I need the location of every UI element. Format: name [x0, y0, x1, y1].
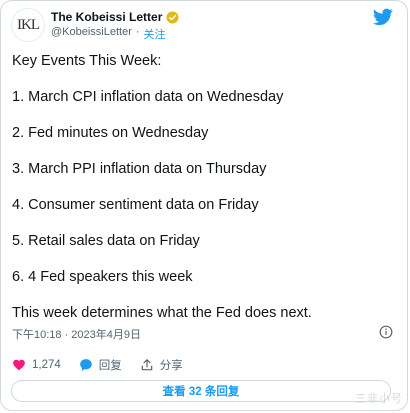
tweet-line-heading: Key Events This Week: — [12, 53, 162, 69]
avatar-logo-text: IKL — [17, 16, 40, 33]
tweet-timestamp[interactable]: 下午10:18 · 2023年4月9日 — [12, 326, 141, 342]
share-label: 分享 — [159, 360, 183, 372]
verified-badge-icon — [166, 11, 179, 23]
author-name-row: The Kobeissi Letter — [51, 10, 179, 24]
heart-icon — [13, 359, 25, 371]
view-replies-label: 查看 32 条回复 — [162, 386, 240, 398]
tweet-card: IKL The Kobeissi Letter @KobeissiLetter … — [0, 0, 408, 411]
twitter-bird-icon[interactable] — [373, 8, 393, 26]
author-display-name[interactable]: The Kobeissi Letter — [51, 10, 162, 24]
like-count: 1,274 — [32, 359, 61, 371]
speech-bubble-icon — [79, 359, 92, 371]
handle-separator: · — [135, 26, 140, 38]
follow-button[interactable]: 关注 — [144, 26, 166, 42]
tweet-line-4: 4. Consumer sentiment data on Friday — [12, 197, 259, 213]
share-upload-icon — [141, 359, 153, 371]
author-handle-row: @KobeissiLetter · 关注 — [51, 26, 166, 42]
tweet-actions: 1,274 回复 分享 — [12, 357, 201, 373]
reply-label: 回复 — [98, 360, 122, 372]
watermark: 三非小号 — [355, 393, 403, 405]
tweet-line-3: 3. March PPI inflation data on Thursday — [12, 161, 267, 177]
reply-button[interactable]: 回复 — [79, 357, 122, 373]
tweet-line-2: 2. Fed minutes on Wednesday — [12, 125, 209, 141]
tweet-line-6: 6. 4 Fed speakers this week — [12, 269, 193, 285]
tweet-line-closing: This week determines what the Fed does n… — [12, 305, 312, 321]
view-replies-button[interactable]: 查看 32 条回复 — [11, 380, 391, 402]
tweet-line-1: 1. March CPI inflation data on Wednesday — [12, 89, 284, 105]
author-handle[interactable]: @KobeissiLetter — [51, 26, 132, 42]
tweet-line-5: 5. Retail sales data on Friday — [12, 233, 200, 249]
tweet-header: IKL The Kobeissi Letter @KobeissiLetter … — [11, 8, 397, 42]
info-icon[interactable] — [379, 325, 393, 339]
like-button[interactable]: 1,274 — [12, 358, 61, 372]
share-button[interactable]: 分享 — [140, 357, 183, 373]
avatar[interactable]: IKL — [11, 8, 45, 42]
